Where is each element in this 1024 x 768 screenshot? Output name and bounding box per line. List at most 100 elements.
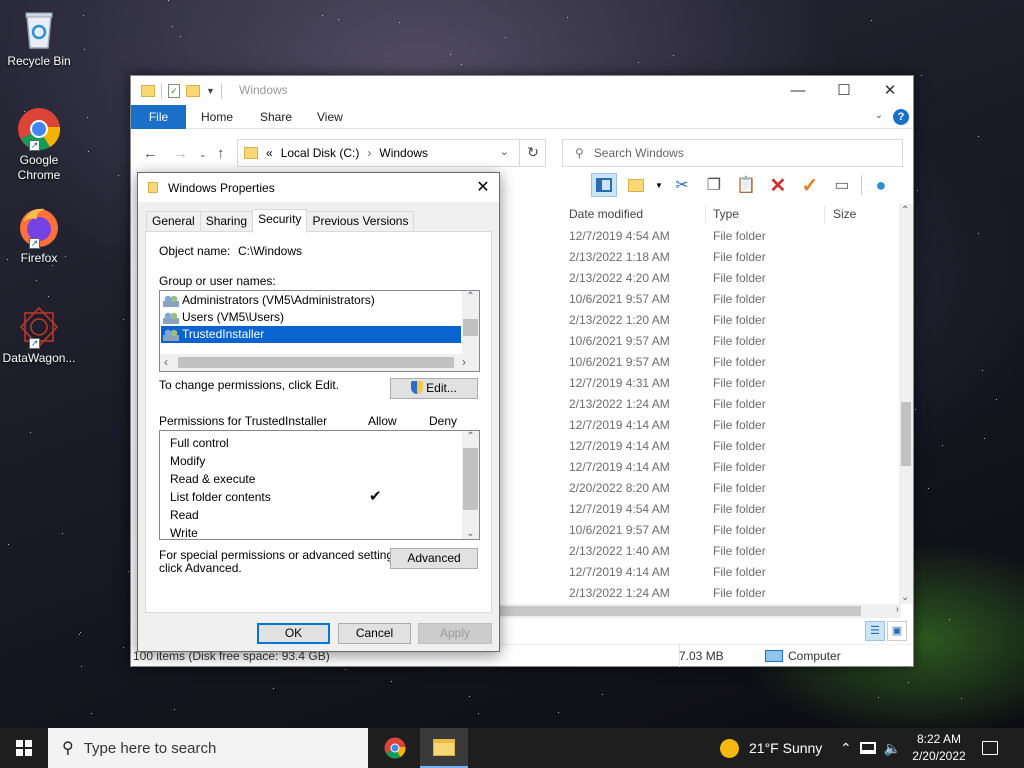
show-hidden-icons-icon[interactable]: ⌃: [840, 740, 852, 757]
delete-icon[interactable]: ✕: [765, 173, 791, 197]
paste-icon[interactable]: 📋: [733, 173, 759, 197]
checkmark-icon[interactable]: ✓: [797, 173, 823, 197]
taskbar-file-explorer[interactable]: [420, 728, 468, 768]
table-row[interactable]: 2/13/2022 1:24 AM File folder: [561, 583, 911, 604]
start-button[interactable]: [0, 728, 48, 768]
group-list-item[interactable]: Administrators (VM5\Administrators): [161, 292, 461, 309]
table-row[interactable]: 12/7/2019 4:14 AM File folder: [561, 436, 911, 457]
table-row[interactable]: 12/7/2019 4:31 AM File folder: [561, 373, 911, 394]
tab-general[interactable]: General: [146, 211, 201, 232]
large-icons-view-icon[interactable]: ▣: [887, 621, 907, 641]
address-field[interactable]: « Local Disk (C:) › Windows ⌄: [237, 139, 546, 167]
table-row[interactable]: 12/7/2019 4:14 AM File folder: [561, 415, 911, 436]
address-dropdown-icon[interactable]: ⌄: [500, 145, 509, 158]
breadcrumb-local-disk[interactable]: Local Disk (C:): [281, 146, 360, 160]
table-row[interactable]: 2/13/2022 1:24 AM File folder: [561, 394, 911, 415]
help-icon[interactable]: ?: [893, 109, 909, 125]
scroll-right-icon[interactable]: ›: [462, 355, 466, 369]
group-list-scroll-thumb[interactable]: [463, 319, 478, 336]
customize-quick-access-icon[interactable]: ▼: [206, 86, 215, 96]
weather-widget[interactable]: 21°F Sunny: [720, 728, 822, 768]
scroll-down-icon[interactable]: ⌄: [901, 592, 909, 603]
column-separator[interactable]: [705, 206, 706, 223]
back-arrow-icon[interactable]: ←: [143, 145, 158, 162]
tab-previous-versions[interactable]: Previous Versions: [306, 211, 415, 232]
minimize-button[interactable]: —: [775, 76, 821, 105]
horizontal-scrollbar[interactable]: ›: [499, 604, 901, 618]
scroll-right-icon[interactable]: ›: [896, 604, 899, 615]
volume-icon[interactable]: 🔈: [884, 740, 901, 757]
group-list-h-scroll-thumb[interactable]: [178, 357, 454, 368]
explorer-titlebar[interactable]: ✓ ▼ Windows — ☐ ✕: [131, 76, 913, 105]
new-folder-icon[interactable]: [186, 85, 200, 97]
copy-icon[interactable]: ❐: [701, 173, 727, 197]
rename-icon[interactable]: ▭: [829, 173, 855, 197]
ribbon-tab-home[interactable]: Home: [201, 105, 233, 129]
forward-arrow-icon[interactable]: →: [173, 145, 188, 162]
table-row[interactable]: 2/20/2022 8:20 AM File folder: [561, 478, 911, 499]
breadcrumb-overflow[interactable]: «: [266, 146, 273, 160]
expand-ribbon-icon[interactable]: ⌄: [875, 110, 883, 121]
column-header-size[interactable]: Size: [833, 204, 856, 225]
breadcrumb-windows[interactable]: Windows: [379, 146, 428, 160]
dialog-close-button[interactable]: ✕: [467, 173, 499, 202]
up-arrow-icon[interactable]: ↑: [217, 145, 225, 162]
taskbar-chrome[interactable]: [371, 728, 419, 768]
table-row[interactable]: 12/7/2019 4:14 AM File folder: [561, 562, 911, 583]
horizontal-scroll-thumb[interactable]: [499, 606, 861, 616]
scroll-left-icon[interactable]: ‹: [164, 355, 168, 369]
globe-icon[interactable]: ●: [868, 173, 894, 197]
dialog-titlebar[interactable]: Windows Properties ✕: [138, 173, 499, 202]
group-list-item[interactable]: Users (VM5\Users): [161, 309, 461, 326]
maximize-button[interactable]: ☐: [821, 76, 867, 105]
recent-locations-icon[interactable]: ⌄: [199, 149, 207, 160]
tab-security[interactable]: Security: [252, 209, 308, 233]
group-list-horizontal-scrollbar[interactable]: ‹ ›: [160, 354, 479, 371]
new-folder-icon[interactable]: [623, 173, 649, 197]
tab-sharing[interactable]: Sharing: [199, 211, 254, 232]
ribbon-tab-view[interactable]: View: [317, 105, 343, 129]
apply-button[interactable]: Apply: [418, 623, 492, 644]
ribbon-tab-share[interactable]: Share: [260, 105, 292, 129]
ok-button[interactable]: OK: [257, 623, 330, 644]
desktop-icon-recycle-bin[interactable]: Recycle Bin: [2, 8, 76, 69]
table-row[interactable]: 10/6/2021 9:57 AM File folder: [561, 289, 911, 310]
clock[interactable]: 8:22 AM 2/20/2022: [908, 731, 970, 765]
new-folder-dropdown-icon[interactable]: ▼: [655, 181, 663, 190]
cancel-button[interactable]: Cancel: [338, 623, 411, 644]
search-input[interactable]: ⚲ Search Windows: [562, 139, 903, 167]
table-row[interactable]: 10/6/2021 9:57 AM File folder: [561, 352, 911, 373]
advanced-button[interactable]: Advanced: [390, 548, 478, 569]
table-row[interactable]: 2/13/2022 1:20 AM File folder: [561, 310, 911, 331]
edit-button[interactable]: Edit...: [390, 378, 478, 399]
details-view-icon[interactable]: ☰: [865, 621, 885, 641]
network-icon[interactable]: [859, 742, 876, 754]
group-list-item[interactable]: TrustedInstaller: [161, 326, 461, 343]
table-row[interactable]: 10/6/2021 9:57 AM File folder: [561, 520, 911, 541]
column-header-date-modified[interactable]: Date modified: [569, 204, 643, 225]
desktop-icon-chrome[interactable]: ↗ Google Chrome: [2, 107, 76, 183]
group-user-list[interactable]: Administrators (VM5\Administrators) Users…: [159, 290, 480, 372]
permissions-list[interactable]: Full control Modify Read & execute List fol…: [159, 430, 480, 540]
column-header-type[interactable]: Type: [713, 204, 739, 225]
close-button[interactable]: ✕: [867, 76, 913, 105]
column-separator[interactable]: [824, 206, 825, 223]
scroll-up-icon[interactable]: ⌃: [901, 205, 909, 216]
scroll-down-icon[interactable]: ⌄: [462, 528, 479, 539]
desktop-icon-datawagon[interactable]: ↗ DataWagon...: [2, 305, 76, 366]
table-row[interactable]: 2/13/2022 1:18 AM File folder: [561, 247, 911, 268]
table-row[interactable]: 12/7/2019 4:14 AM File folder: [561, 457, 911, 478]
notification-center-icon[interactable]: [982, 728, 998, 768]
table-row[interactable]: 2/13/2022 4:20 AM File folder: [561, 268, 911, 289]
table-row[interactable]: 12/7/2019 4:54 AM File folder: [561, 499, 911, 520]
table-row[interactable]: 10/6/2021 9:57 AM File folder: [561, 331, 911, 352]
vertical-scroll-thumb[interactable]: [901, 402, 911, 466]
desktop-icon-firefox[interactable]: ↗ Firefox: [2, 205, 76, 266]
scroll-up-icon[interactable]: ⌃: [462, 291, 479, 302]
ribbon-tab-file[interactable]: File: [131, 105, 186, 129]
table-row[interactable]: 12/7/2019 4:54 AM File folder: [561, 226, 911, 247]
properties-icon[interactable]: ✓: [168, 84, 180, 98]
cut-icon[interactable]: ✂: [669, 173, 695, 197]
taskbar-search-input[interactable]: ⚲ Type here to search: [48, 728, 368, 768]
permissions-vertical-scrollbar[interactable]: ⌃ ⌄: [462, 431, 479, 539]
